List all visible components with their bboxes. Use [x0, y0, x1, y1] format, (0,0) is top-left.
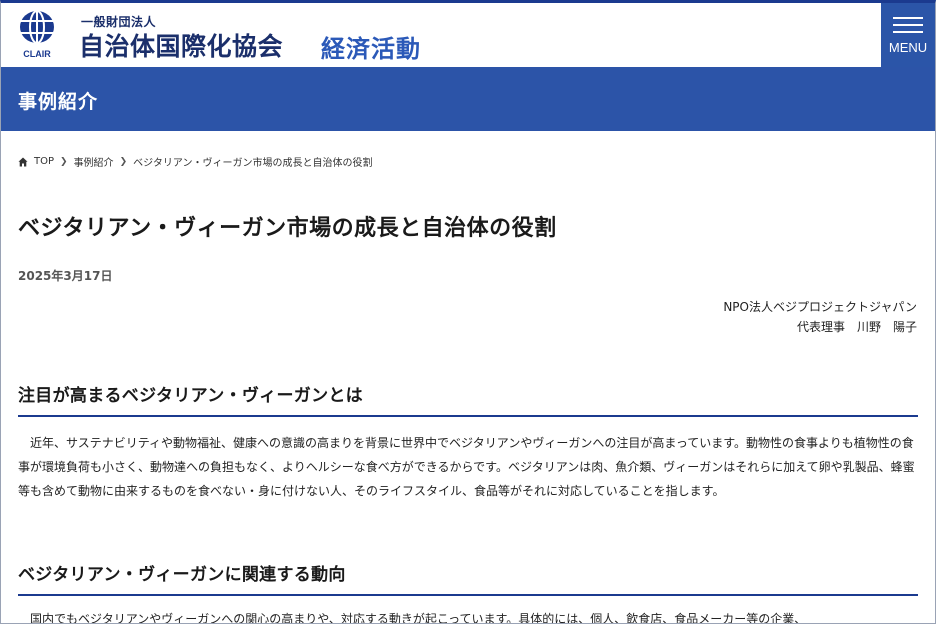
chevron-right-icon: ❯: [60, 156, 68, 167]
author-name: 代表理事 川野 陽子: [796, 320, 917, 334]
author-block: NPO法人ベジプロジェクトジャパン 代表理事 川野 陽子: [723, 297, 917, 337]
site-section-name: 経済活動: [321, 35, 421, 63]
site-logo-link[interactable]: CLAIR 一般財団法人 自治体国際化協会 経済活動: [1, 3, 461, 67]
section-heading: 注目が高まるベジタリアン・ヴィーガンとは: [18, 381, 918, 417]
article-title: ベジタリアン・ヴィーガン市場の成長と自治体の役割: [18, 216, 557, 241]
author-organization: NPO法人ベジプロジェクトジャパン: [723, 300, 917, 314]
globe-logo-icon: CLAIR: [20, 10, 54, 59]
menu-button[interactable]: MENU: [881, 3, 935, 67]
body-paragraph: 近年、サステナビリティや動物福祉、健康への意識の高まりを背景に世界中でベジタリア…: [18, 436, 915, 498]
category-title: 事例紹介: [18, 91, 99, 113]
category-band: 事例紹介: [1, 67, 935, 131]
body-paragraph: 国内でもベジタリアンやヴィーガンへの関心の高まりや、対応する動きが起こっています…: [30, 612, 807, 624]
article-date: 2025年3月17日: [18, 269, 113, 283]
org-name: 自治体国際化協会: [79, 32, 284, 61]
breadcrumb-cases-link[interactable]: 事例紹介: [74, 154, 114, 169]
chevron-right-icon: ❯: [119, 156, 128, 167]
breadcrumb-top-link[interactable]: TOP: [34, 156, 54, 167]
hamburger-icon: [893, 17, 923, 33]
site-header: CLAIR 一般財団法人 自治体国際化協会 経済活動 MENU: [1, 3, 935, 67]
menu-label: MENU: [888, 40, 928, 55]
page-frame: CLAIR 一般財団法人 自治体国際化協会 経済活動 MENU 事例紹介 TOP…: [0, 0, 936, 624]
section-heading: ベジタリアン・ヴィーガンに関連する動向: [18, 560, 918, 596]
breadcrumb-current: ベジタリアン・ヴィーガン市場の成長と自治体の役割: [133, 158, 373, 169]
home-icon: [18, 157, 28, 166]
svg-text:CLAIR: CLAIR: [23, 49, 51, 59]
breadcrumb: TOP ❯ 事例紹介 ❯ ベジタリアン・ヴィーガン市場の成長と自治体の役割: [18, 154, 373, 169]
